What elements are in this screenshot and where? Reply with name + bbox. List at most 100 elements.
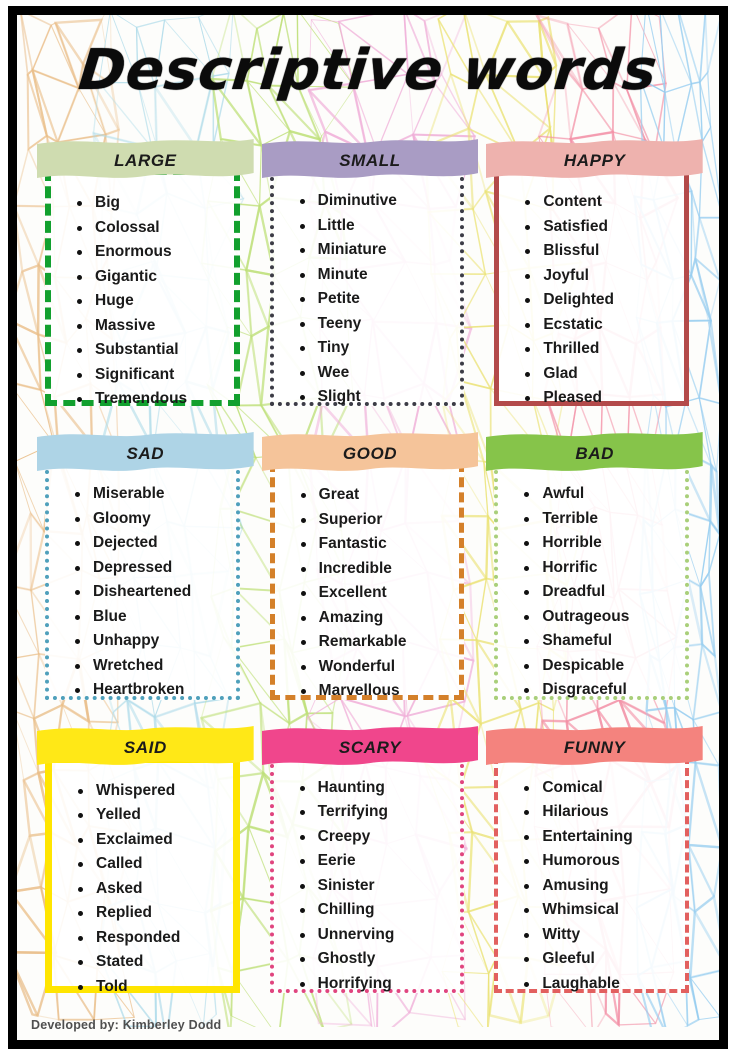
word-item: Significant xyxy=(75,363,228,388)
card-banner-said: SAID xyxy=(37,724,254,768)
card-heading-large: LARGE xyxy=(114,151,177,170)
word-item: Blissful xyxy=(523,239,678,264)
word-item: Told xyxy=(76,975,227,1000)
word-list-scary: Haunting Terrifying Creepy Eerie Sinister Chi… xyxy=(284,776,455,997)
word-list-box-bad: Awful Terrible Horrible Horrific Dreadful Out… xyxy=(494,462,689,700)
word-item: Whispered xyxy=(76,779,227,804)
word-card-bad: Awful Terrible Horrible Horrific Dreadful Out… xyxy=(480,412,705,705)
word-list-said: Whispered Yelled Exclaimed Called Asked Repli… xyxy=(62,779,227,1000)
credit-line: Developed by: Kimberley Dodd xyxy=(31,1018,222,1032)
word-list-funny: Comical Hilarious Entertaining Humorous Amus… xyxy=(508,776,679,997)
word-item: Called xyxy=(76,852,227,877)
card-banner-good: GOOD xyxy=(261,430,479,474)
word-list-box-small: Diminutive Little Miniature Minute Petite Tee… xyxy=(269,169,465,407)
word-item: Disgraceful xyxy=(522,678,679,703)
word-list-sad: Miserable Gloomy Dejected Depressed Disheart… xyxy=(59,482,230,703)
word-item: Miserable xyxy=(73,482,230,507)
word-item: Laughable xyxy=(522,972,679,997)
word-item: Wonderful xyxy=(299,655,454,680)
word-list-bad: Awful Terrible Horrible Horrific Dreadful Out… xyxy=(508,482,679,703)
word-item: Miniature xyxy=(298,238,455,263)
word-item: Unhappy xyxy=(73,629,230,654)
word-item: Comical xyxy=(522,776,679,801)
word-item: Tiny xyxy=(298,336,455,361)
word-item: Humorous xyxy=(522,849,679,874)
word-list-box-sad: Miserable Gloomy Dejected Depressed Disheart… xyxy=(45,462,240,700)
word-card-funny: Comical Hilarious Entertaining Humorous Amus… xyxy=(480,706,705,999)
word-list-box-funny: Comical Hilarious Entertaining Humorous Amus… xyxy=(494,755,689,993)
word-item: Substantial xyxy=(75,338,228,363)
word-item: Dreadful xyxy=(522,580,679,605)
poster-root: Descriptive words Big Colossal Enormous Gig… xyxy=(0,0,736,1053)
card-heading-scary: SCARY xyxy=(338,737,402,757)
word-item: Hilarious xyxy=(522,800,679,825)
word-item: Disheartened xyxy=(73,580,230,605)
word-item: Diminutive xyxy=(298,189,455,214)
card-banner-large: LARGE xyxy=(37,137,254,181)
word-item: Slight xyxy=(298,385,455,410)
word-list-small: Diminutive Little Miniature Minute Petite Tee… xyxy=(284,189,455,410)
poster-content: Descriptive words Big Colossal Enormous Gig… xyxy=(17,15,719,1040)
card-banner-funny: FUNNY xyxy=(486,724,703,768)
card-heading-said: SAID xyxy=(123,737,167,757)
card-heading-sad: SAD xyxy=(126,444,165,464)
word-item: Despicable xyxy=(522,654,679,679)
word-item: Terrifying xyxy=(298,800,455,825)
word-card-large: Big Colossal Enormous Gigantic Huge Massive Su… xyxy=(31,119,256,412)
word-item: Creepy xyxy=(298,825,455,850)
word-item: Blue xyxy=(73,605,230,630)
word-item: Shameful xyxy=(522,629,679,654)
word-item: Gigantic xyxy=(75,265,228,290)
word-item: Delighted xyxy=(523,288,678,313)
word-list-happy: Content Satisfied Blissful Joyful Delighted E… xyxy=(509,190,678,411)
word-item: Exclaimed xyxy=(76,828,227,853)
word-item: Ecstatic xyxy=(523,313,678,338)
word-item: Heartbroken xyxy=(73,678,230,703)
word-list-box-said: Whispered Yelled Exclaimed Called Asked Repli… xyxy=(45,755,240,995)
word-item: Huge xyxy=(75,289,228,314)
word-item: Wretched xyxy=(73,654,230,679)
word-item: Responded xyxy=(76,926,227,951)
word-item: Pleased xyxy=(523,386,678,411)
card-banner-sad: SAD xyxy=(37,430,254,474)
word-item: Entertaining xyxy=(522,825,679,850)
word-item: Marvellous xyxy=(299,679,454,704)
word-item: Minute xyxy=(298,263,455,288)
word-item: Big xyxy=(75,191,228,216)
word-card-sad: Miserable Gloomy Dejected Depressed Disheart… xyxy=(31,412,256,705)
word-list-good: Great Superior Fantastic Incredible Excellen… xyxy=(285,483,454,704)
card-heading-good: GOOD xyxy=(342,444,398,464)
word-item: Replied xyxy=(76,901,227,926)
word-item: Little xyxy=(298,214,455,239)
word-item: Stated xyxy=(76,950,227,975)
word-item: Enormous xyxy=(75,240,228,265)
word-item: Glad xyxy=(523,362,678,387)
word-item: Amazing xyxy=(299,606,454,631)
word-item: Haunting xyxy=(298,776,455,801)
word-item: Superior xyxy=(299,508,454,533)
word-list-box-happy: Content Satisfied Blissful Joyful Delighted E… xyxy=(494,169,689,407)
card-heading-bad: BAD xyxy=(575,444,614,464)
word-item: Thrilled xyxy=(523,337,678,362)
word-item: Witty xyxy=(522,923,679,948)
word-item: Incredible xyxy=(299,557,454,582)
word-item: Horrible xyxy=(522,531,679,556)
word-item: Ghostly xyxy=(298,947,455,972)
word-item: Great xyxy=(299,483,454,508)
word-item: Sinister xyxy=(298,874,455,899)
card-banner-happy: HAPPY xyxy=(486,137,703,181)
word-item: Remarkable xyxy=(299,630,454,655)
card-banner-small: SMALL xyxy=(261,137,479,181)
word-item: Unnerving xyxy=(298,923,455,948)
card-banner-bad: BAD xyxy=(486,430,703,474)
word-card-good: Great Superior Fantastic Incredible Excellen… xyxy=(256,412,481,705)
word-item: Eerie xyxy=(298,849,455,874)
word-card-said: Whispered Yelled Exclaimed Called Asked Repli… xyxy=(31,706,256,999)
word-list-box-large: Big Colossal Enormous Gigantic Huge Massive Su… xyxy=(45,169,240,407)
page-title: Descriptive words xyxy=(75,38,661,103)
card-heading-happy: HAPPY xyxy=(563,151,626,170)
word-item: Tremendous xyxy=(75,387,228,412)
title-area: Descriptive words xyxy=(17,21,719,121)
word-item: Awful xyxy=(522,482,679,507)
word-item: Petite xyxy=(298,287,455,312)
